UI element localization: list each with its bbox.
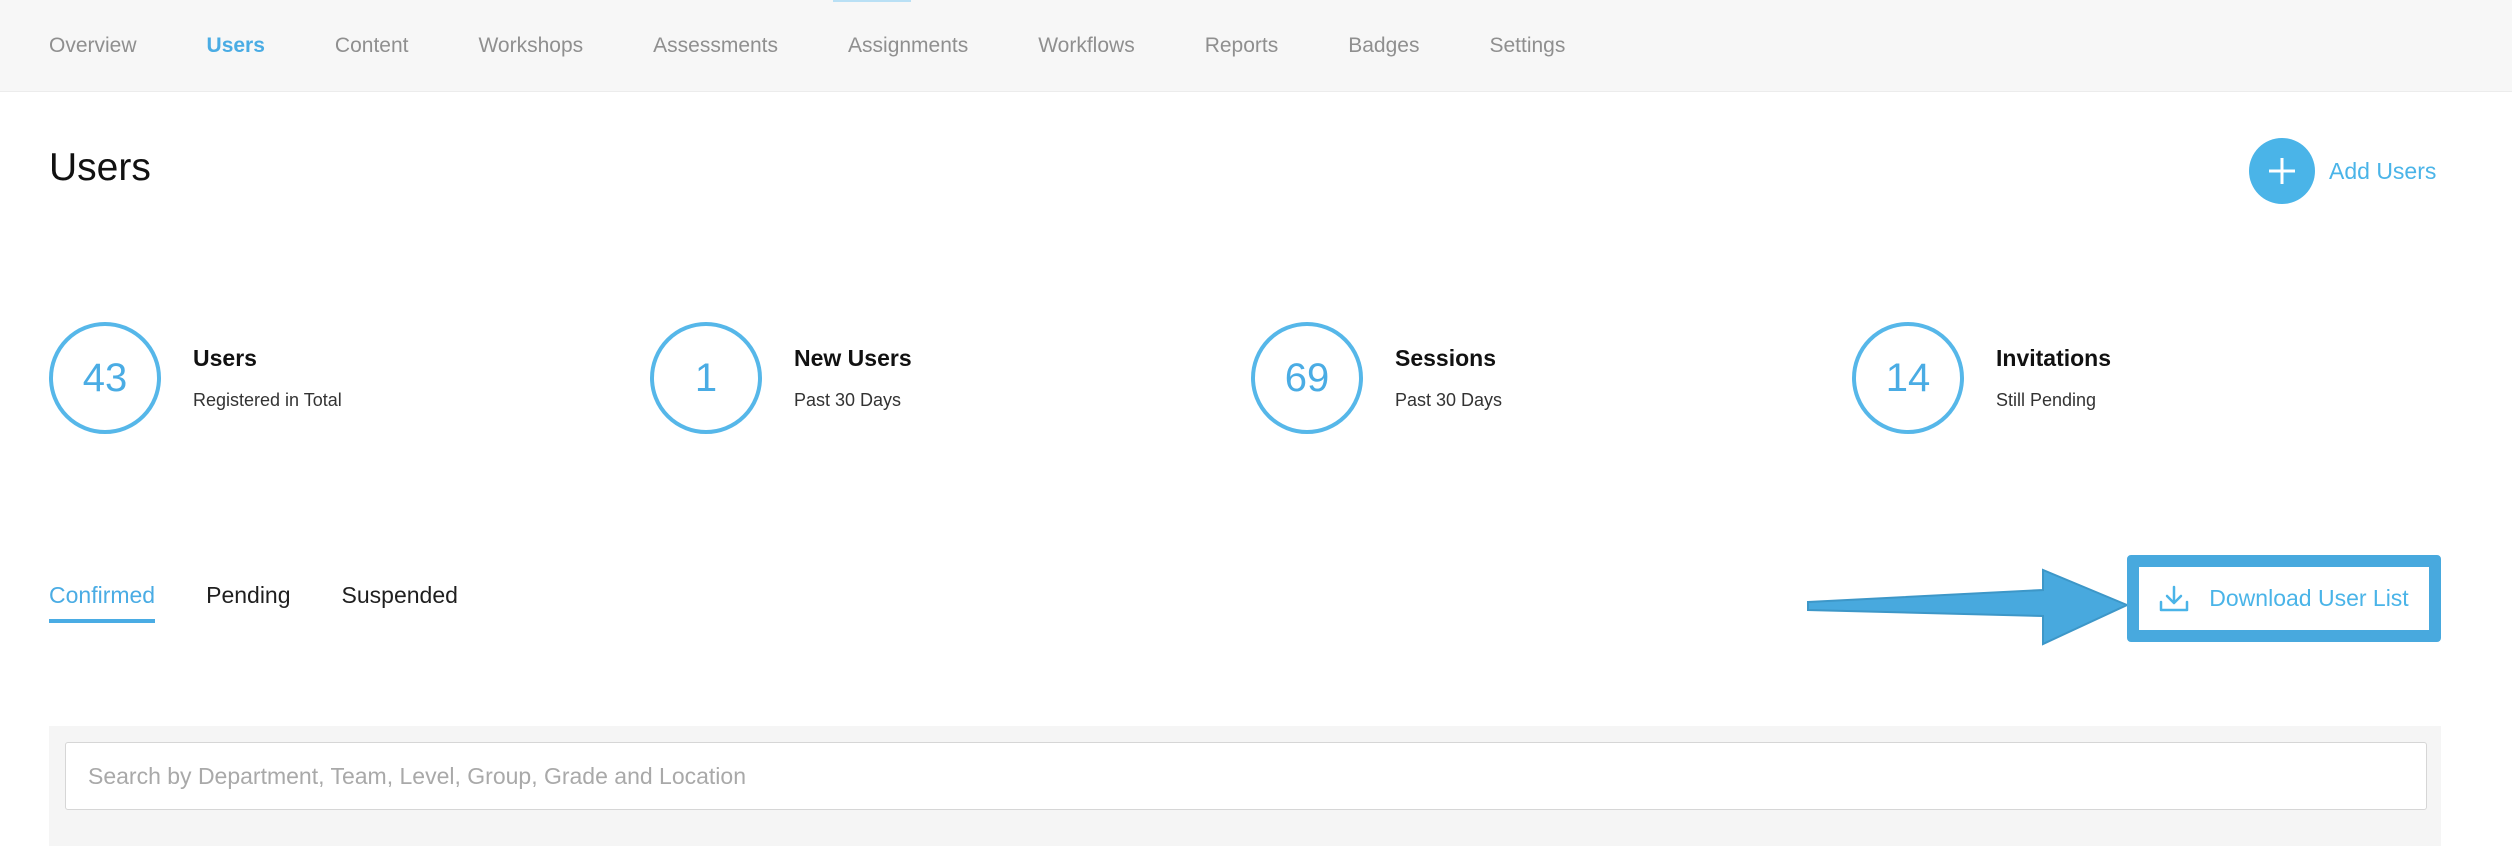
nav-item-assignments[interactable]: Assignments xyxy=(848,34,968,58)
top-navigation: Overview Users Content Workshops Assessm… xyxy=(0,0,2512,92)
nav-item-overview[interactable]: Overview xyxy=(49,34,137,58)
nav-item-users[interactable]: Users xyxy=(207,34,265,58)
page-title: Users xyxy=(49,146,151,189)
stat-value: 14 xyxy=(1852,322,1964,434)
add-users-button[interactable]: Add Users xyxy=(2249,138,2436,204)
stat-new-users: 1 New Users Past 30 Days xyxy=(650,322,912,434)
stat-sessions: 69 Sessions Past 30 Days xyxy=(1251,322,1502,434)
tab-pending[interactable]: Pending xyxy=(206,582,290,623)
plus-icon[interactable] xyxy=(2249,138,2315,204)
download-highlight-frame: Download User List xyxy=(2127,555,2441,642)
stat-value: 43 xyxy=(49,322,161,434)
stat-users: 43 Users Registered in Total xyxy=(49,322,342,434)
download-user-list-button[interactable]: Download User List xyxy=(2139,567,2429,630)
nav-items: Overview Users Content Workshops Assessm… xyxy=(49,0,1635,92)
annotation-arrow-icon xyxy=(1807,568,2130,646)
search-input[interactable] xyxy=(65,742,2427,810)
download-user-list-label[interactable]: Download User List xyxy=(2209,585,2408,612)
stat-subtitle: Registered in Total xyxy=(193,390,342,410)
stat-title: New Users xyxy=(794,345,912,371)
nav-item-settings[interactable]: Settings xyxy=(1489,34,1565,58)
tab-suspended[interactable]: Suspended xyxy=(342,582,458,623)
nav-item-content[interactable]: Content xyxy=(335,34,409,58)
stat-subtitle: Past 30 Days xyxy=(794,390,902,410)
stat-title: Sessions xyxy=(1395,345,1496,371)
stat-title: Users xyxy=(193,345,257,371)
download-icon xyxy=(2160,585,2189,611)
stat-value: 1 xyxy=(650,322,762,434)
stat-subtitle: Still Pending xyxy=(1996,390,2097,410)
nav-item-badges[interactable]: Badges xyxy=(1348,34,1419,58)
search-panel xyxy=(49,726,2441,846)
stat-subtitle: Past 30 Days xyxy=(1395,390,1503,410)
stat-value: 69 xyxy=(1251,322,1363,434)
user-status-tabs: Confirmed Pending Suspended xyxy=(49,582,509,623)
nav-item-assessments[interactable]: Assessments xyxy=(653,34,778,58)
nav-item-reports[interactable]: Reports xyxy=(1205,34,1279,58)
stat-title: Invitations xyxy=(1996,345,2112,371)
nav-item-workflows[interactable]: Workflows xyxy=(1038,34,1134,58)
nav-item-workshops[interactable]: Workshops xyxy=(478,34,583,58)
add-users-label[interactable]: Add Users xyxy=(2329,158,2436,185)
stat-invitations: 14 Invitations Still Pending xyxy=(1852,322,2111,434)
tab-confirmed[interactable]: Confirmed xyxy=(49,582,156,623)
